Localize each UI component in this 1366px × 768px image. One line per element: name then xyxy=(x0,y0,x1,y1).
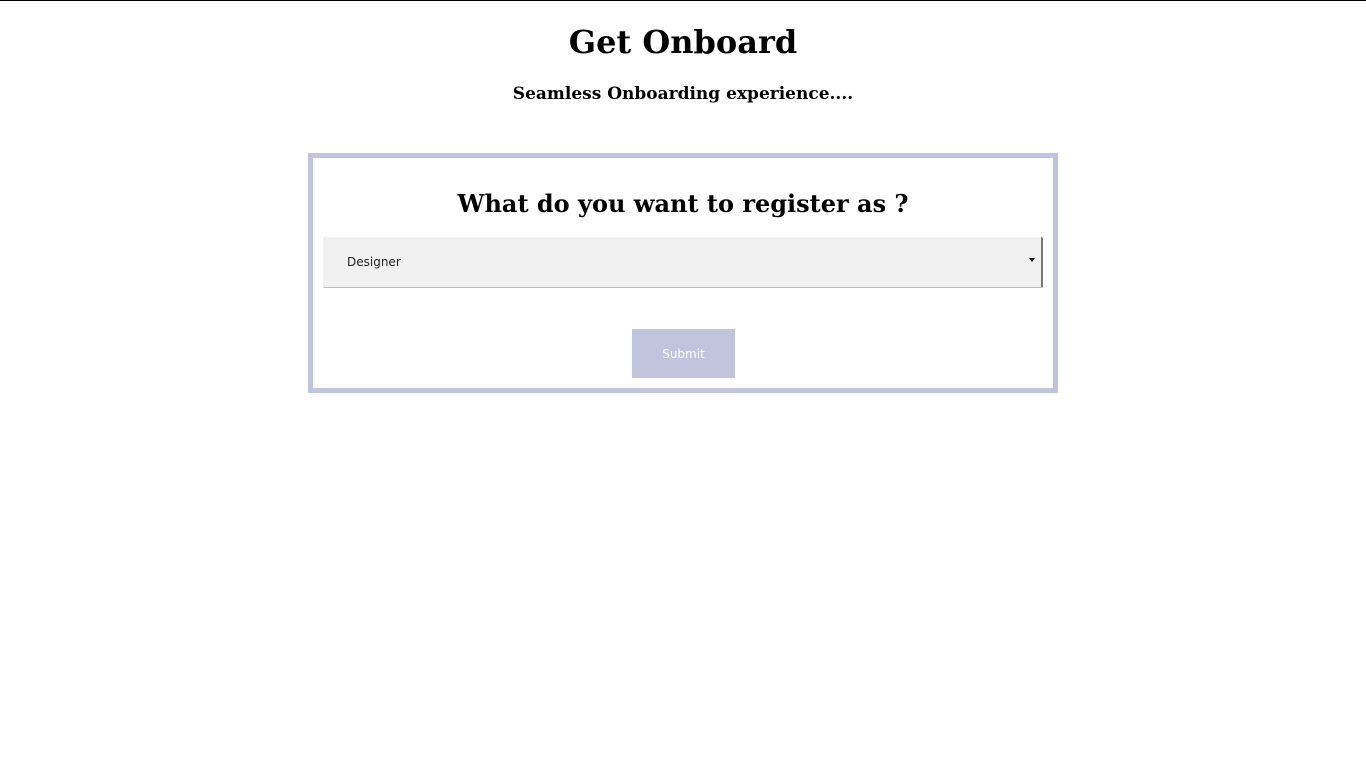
register-card: What do you want to register as ? Design… xyxy=(308,153,1058,393)
register-question: What do you want to register as ? xyxy=(457,189,909,218)
page-title: Get Onboard xyxy=(568,23,798,61)
role-select-value: Designer xyxy=(347,255,401,269)
role-select[interactable]: Designer xyxy=(323,237,1043,288)
page-subtitle: Seamless Onboarding experience.... xyxy=(512,84,854,104)
chevron-down-icon xyxy=(1029,258,1035,262)
submit-button[interactable]: Submit xyxy=(632,329,735,378)
